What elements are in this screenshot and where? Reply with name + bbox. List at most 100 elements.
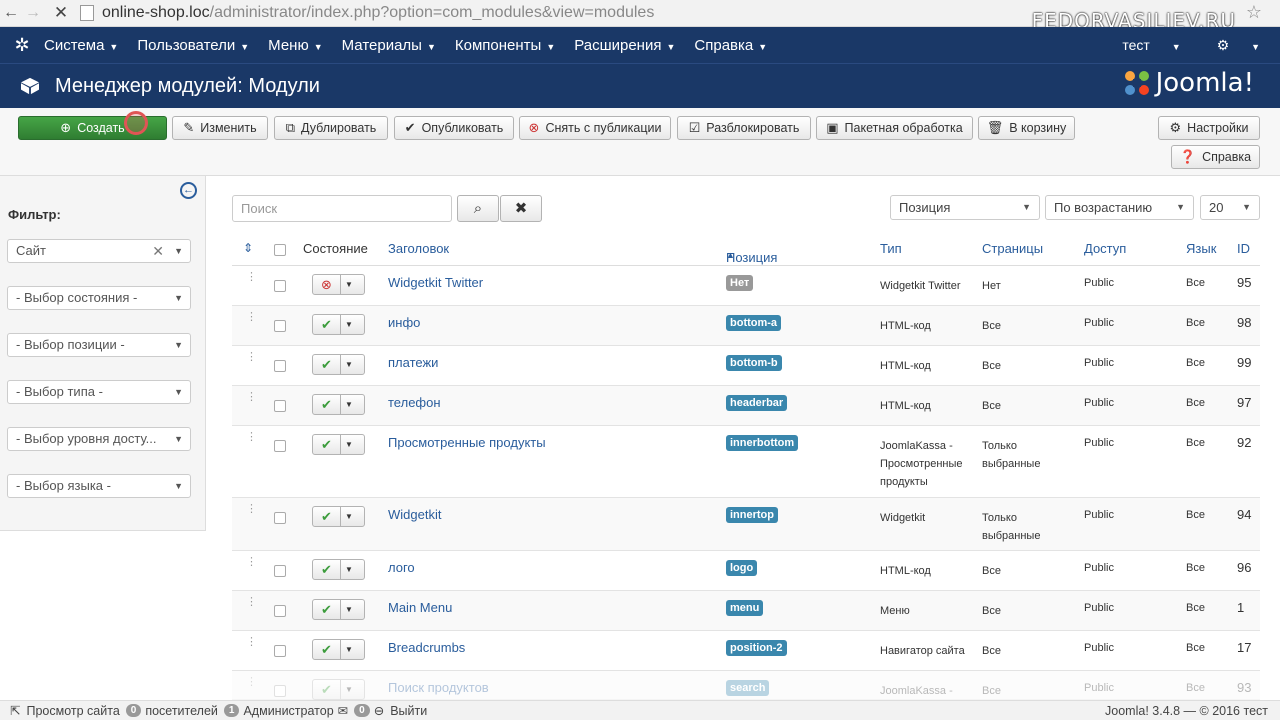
state-toggle[interactable]: ✔ ▼ xyxy=(312,639,365,660)
caret-down-icon[interactable]: ▼ xyxy=(345,507,353,526)
published-check-icon[interactable]: ✔ xyxy=(313,507,341,526)
state-toggle[interactable]: ✔ ▼ xyxy=(312,354,365,375)
row-checkbox[interactable] xyxy=(274,320,286,332)
direction-select[interactable]: По возрастанию ▼ xyxy=(1045,195,1194,220)
menu-item-menus[interactable]: Меню ▼ xyxy=(268,37,322,54)
column-id[interactable]: ID xyxy=(1237,241,1250,256)
bookmark-star-icon[interactable]: ☆ xyxy=(1246,2,1262,23)
state-toggle[interactable]: ✔ ▼ xyxy=(312,394,365,415)
row-checkbox[interactable] xyxy=(274,512,286,524)
drag-handle-icon[interactable]: ⋮ xyxy=(246,637,257,648)
trash-button[interactable]: 🗑 В корзину xyxy=(978,116,1075,140)
access-filter-select[interactable]: - Выбор уровня досту... ▼ xyxy=(7,427,191,451)
drag-handle-icon[interactable]: ⋮ xyxy=(246,677,257,688)
module-title-link[interactable]: Main Menu xyxy=(388,600,452,615)
column-state[interactable]: Состояние xyxy=(303,241,368,256)
caret-down-icon[interactable]: ▼ xyxy=(345,680,353,699)
search-input[interactable]: Поиск xyxy=(232,195,452,222)
help-button[interactable]: ❓ Справка xyxy=(1171,145,1260,169)
unpublish-button[interactable]: ⊗ Снять с публикации xyxy=(519,116,671,140)
drag-handle-icon[interactable]: ⋮ xyxy=(246,597,257,608)
checkin-button[interactable]: ☑ Разблокировать xyxy=(677,116,811,140)
module-title-link[interactable]: платежи xyxy=(388,355,438,370)
caret-down-icon[interactable]: ▼ xyxy=(345,640,353,659)
row-checkbox[interactable] xyxy=(274,440,286,452)
row-checkbox[interactable] xyxy=(274,400,286,412)
drag-handle-icon[interactable]: ⋮ xyxy=(246,312,257,323)
published-check-icon[interactable]: ✔ xyxy=(313,600,341,619)
drag-handle-icon[interactable]: ⋮ xyxy=(246,557,257,568)
menu-item-system[interactable]: Система ▼ xyxy=(44,37,118,54)
state-toggle[interactable]: ✔ ▼ xyxy=(312,506,365,527)
published-check-icon[interactable]: ✔ xyxy=(313,355,341,374)
state-toggle[interactable]: ✔ ▼ xyxy=(312,559,365,580)
ordering-select[interactable]: Позиция ▼ xyxy=(890,195,1040,220)
logout-link[interactable]: Выйти xyxy=(390,704,427,718)
menu-item-users[interactable]: Пользователи ▼ xyxy=(137,37,249,54)
row-checkbox[interactable] xyxy=(274,280,286,292)
menu-item-help[interactable]: Справка ▼ xyxy=(694,37,767,54)
caret-down-icon[interactable]: ▼ xyxy=(345,560,353,579)
joomla-logo-icon[interactable]: ✲ xyxy=(0,35,44,56)
settings-menu[interactable]: ⚙ ▼ xyxy=(1199,37,1260,54)
published-check-icon[interactable]: ✔ xyxy=(313,395,341,414)
edit-button[interactable]: ✎ Изменить xyxy=(172,116,268,140)
options-button[interactable]: ⚙ Настройки xyxy=(1158,116,1260,140)
caret-down-icon[interactable]: ▼ xyxy=(345,395,353,414)
position-filter-select[interactable]: - Выбор позиции - ▼ xyxy=(7,333,191,357)
module-title-link[interactable]: Widgetkit Twitter xyxy=(388,275,483,290)
state-toggle[interactable]: ✔ ▼ xyxy=(312,314,365,335)
caret-down-icon[interactable]: ▼ xyxy=(345,315,353,334)
drag-handle-icon[interactable]: ⋮ xyxy=(246,352,257,363)
select-all-checkbox[interactable] xyxy=(274,244,286,256)
row-checkbox[interactable] xyxy=(274,565,286,577)
module-title-link[interactable]: инфо xyxy=(388,315,420,330)
clear-search-button[interactable]: ✖ xyxy=(500,195,542,222)
published-check-icon[interactable]: ✔ xyxy=(313,640,341,659)
stop-loading-icon[interactable]: ✕ xyxy=(50,3,72,23)
column-pages[interactable]: Страницы xyxy=(982,241,1043,256)
duplicate-button[interactable]: ⧉ Дублировать xyxy=(274,116,388,140)
state-filter-select[interactable]: - Выбор состояния - ▼ xyxy=(7,286,191,310)
column-language[interactable]: Язык xyxy=(1186,241,1216,256)
drag-handle-icon[interactable]: ⋮ xyxy=(246,272,257,283)
state-toggle[interactable]: ✔ ▼ xyxy=(312,679,365,700)
state-toggle[interactable]: ⊗ ▼ xyxy=(312,274,365,295)
module-title-link[interactable]: Breadcrumbs xyxy=(388,640,465,655)
published-check-icon[interactable]: ✔ xyxy=(313,435,341,454)
user-menu[interactable]: тест ▼ xyxy=(1104,37,1180,53)
search-button[interactable]: ⌕ xyxy=(457,195,499,222)
back-arrow-icon[interactable]: ← xyxy=(0,4,22,22)
collapse-sidebar-icon[interactable]: ← xyxy=(180,182,197,199)
type-filter-select[interactable]: - Выбор типа - ▼ xyxy=(7,380,191,404)
batch-button[interactable]: ▣ Пакетная обработка xyxy=(816,116,973,140)
publish-button[interactable]: ✔ Опубликовать xyxy=(394,116,514,140)
url-text[interactable]: online-shop.loc/administrator/index.php?… xyxy=(102,4,654,22)
row-checkbox[interactable] xyxy=(274,645,286,657)
published-check-icon[interactable]: ✔ xyxy=(313,560,341,579)
limit-select[interactable]: 20 ▼ xyxy=(1200,195,1260,220)
state-toggle[interactable]: ✔ ▼ xyxy=(312,599,365,620)
caret-down-icon[interactable]: ▼ xyxy=(345,275,353,294)
sort-ordering-icon[interactable]: ⇕ xyxy=(243,241,253,255)
state-toggle[interactable]: ✔ ▼ xyxy=(312,434,365,455)
caret-down-icon[interactable]: ▼ xyxy=(345,435,353,454)
drag-handle-icon[interactable]: ⋮ xyxy=(246,504,257,515)
client-select[interactable]: Сайт ✕ ▼ xyxy=(7,239,191,263)
module-title-link[interactable]: телефон xyxy=(388,395,441,410)
caret-down-icon[interactable]: ▼ xyxy=(345,600,353,619)
module-title-link[interactable]: Просмотренные продукты xyxy=(388,435,546,450)
published-check-icon[interactable]: ✔ xyxy=(313,315,341,334)
drag-handle-icon[interactable]: ⋮ xyxy=(246,432,257,443)
menu-item-components[interactable]: Компоненты ▼ xyxy=(455,37,555,54)
row-checkbox[interactable] xyxy=(274,360,286,372)
view-site-link[interactable]: Просмотр сайта xyxy=(26,704,119,718)
module-title-link[interactable]: лого xyxy=(388,560,415,575)
column-title[interactable]: Заголовок xyxy=(388,241,449,256)
caret-down-icon[interactable]: ▼ xyxy=(345,355,353,374)
forward-arrow-icon[interactable]: → xyxy=(22,4,44,22)
menu-item-content[interactable]: Материалы ▼ xyxy=(342,37,436,54)
module-title-link[interactable]: Widgetkit xyxy=(388,507,441,522)
published-check-icon[interactable]: ✔ xyxy=(313,680,341,699)
menu-item-extensions[interactable]: Расширения ▼ xyxy=(574,37,675,54)
